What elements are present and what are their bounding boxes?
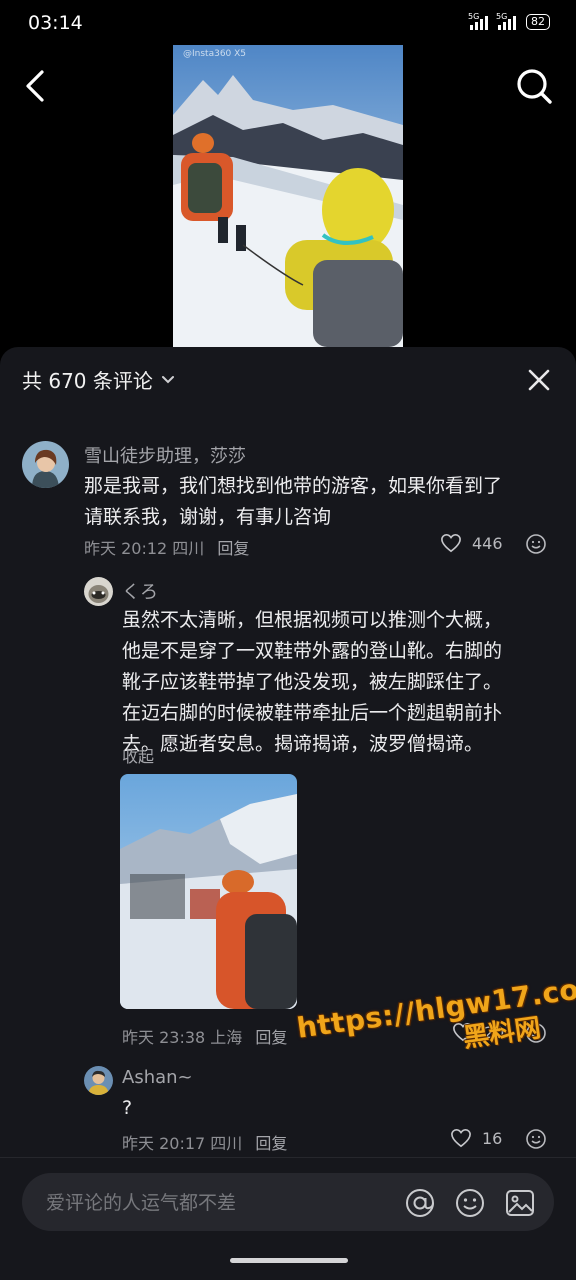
search-icon xyxy=(517,69,552,104)
emoji-icon[interactable] xyxy=(454,1187,486,1219)
divider xyxy=(0,1157,576,1158)
close-icon xyxy=(528,369,550,391)
battery-indicator: 82 xyxy=(526,14,550,30)
comment-location: 四川 xyxy=(210,1134,243,1153)
collapse-button[interactable]: 收起 xyxy=(122,743,154,767)
reply-button[interactable]: 回复 xyxy=(255,1028,287,1047)
comment-text: 那是我哥，我们想找到他带的游客，如果你看到了 请联系我，谢谢，有事儿咨询 xyxy=(84,475,503,528)
home-indicator[interactable] xyxy=(230,1258,348,1263)
video-preview[interactable]: @Insta360 X5 xyxy=(173,45,403,347)
emoji-icon[interactable] xyxy=(525,1128,547,1150)
comment-text: 虽然不太清晰，但根据视频可以推测个大概， 他是不是穿了一双鞋带外露的登山靴。右脚… xyxy=(122,609,503,755)
comment-meta: 昨天 20:17 四川 回复 xyxy=(122,1130,287,1154)
at-icon[interactable] xyxy=(404,1187,436,1219)
status-bar: 03:14 5G 5G 82 xyxy=(0,0,576,48)
comment-author[interactable]: Ashan~ xyxy=(122,1067,193,1088)
close-button[interactable] xyxy=(528,369,550,391)
comment-meta: 昨天 20:12 四川 回复 xyxy=(84,535,249,559)
comment-image-attachment[interactable] xyxy=(120,774,297,1009)
chevron-down-icon xyxy=(161,375,174,383)
comment-text: ? xyxy=(122,1097,133,1119)
comment-time: 昨天 20:17 xyxy=(122,1134,206,1153)
avatar[interactable] xyxy=(22,441,69,488)
comment-location: 四川 xyxy=(172,539,205,558)
signal-icon: 5G xyxy=(468,12,488,30)
search-button[interactable] xyxy=(514,66,554,106)
status-time: 03:14 xyxy=(28,12,83,34)
comment-author[interactable]: 雪山徒步助理，莎莎 xyxy=(84,442,246,468)
avatar[interactable] xyxy=(84,1066,113,1095)
back-arrow-icon xyxy=(26,70,44,102)
avatar[interactable] xyxy=(84,577,113,606)
like-count: 16 xyxy=(482,1128,503,1148)
signal-icon: 5G xyxy=(496,12,516,30)
comment-input-bar xyxy=(22,1173,554,1233)
status-indicators: 5G 5G 82 xyxy=(468,12,550,30)
comment-time: 昨天 23:38 xyxy=(122,1028,206,1047)
heart-icon xyxy=(451,1128,471,1148)
comment-location: 上海 xyxy=(210,1028,243,1047)
comment-time: 昨天 20:12 xyxy=(84,539,168,558)
like-count: 446 xyxy=(472,533,503,553)
emoji-icon[interactable] xyxy=(525,533,547,555)
reply-button[interactable]: 回复 xyxy=(217,539,249,558)
comments-sheet: 共 670 条评论 雪山徒步助理，莎莎 那是我哥，我们想找到他带的游客，如果你看… xyxy=(0,347,576,1280)
reply-button[interactable]: 回复 xyxy=(255,1134,287,1153)
like-button[interactable]: 446 xyxy=(440,533,503,553)
comment-input[interactable] xyxy=(44,1173,388,1233)
comment-count-toggle[interactable]: 共 670 条评论 xyxy=(22,365,175,394)
comment-count-label: 共 670 条评论 xyxy=(22,369,153,393)
comment-meta: 昨天 23:38 上海 回复 xyxy=(122,1024,287,1048)
like-button[interactable]: 16 xyxy=(450,1128,502,1148)
back-button[interactable] xyxy=(20,68,56,104)
image-icon[interactable] xyxy=(504,1187,536,1219)
signal-type-label: 5G xyxy=(468,12,480,21)
heart-icon xyxy=(441,533,461,553)
signal-type-label: 5G xyxy=(496,12,508,21)
comment-author[interactable]: くろ xyxy=(122,578,158,604)
video-watermark: @Insta360 X5 xyxy=(183,49,247,59)
video-frame-illustration xyxy=(173,45,403,347)
